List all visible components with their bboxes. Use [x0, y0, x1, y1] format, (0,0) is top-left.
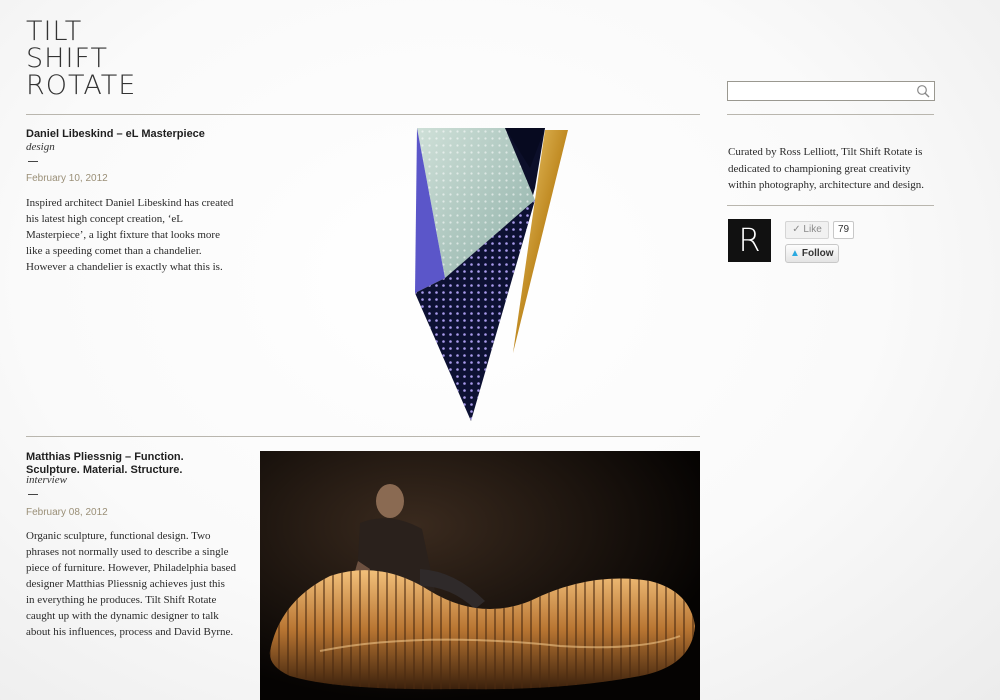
post-title[interactable]: Daniel Libeskind – eL Masterpiece — [26, 128, 205, 141]
search-icon[interactable] — [916, 84, 930, 98]
logo-line-rotate: ROTATE — [26, 70, 137, 101]
chandelier-image[interactable] — [405, 128, 580, 424]
avatar[interactable]: R — [728, 219, 771, 262]
search-box[interactable] — [727, 81, 935, 101]
about-text: Curated by Ross Lelliott, Tilt Shift Rot… — [728, 146, 925, 191]
like-label: Like — [803, 224, 822, 235]
sidebar-divider — [727, 205, 934, 206]
check-icon: ✓ — [792, 224, 801, 235]
post-excerpt: Organic sculpture, functional design. Tw… — [26, 530, 237, 638]
post-excerpt: Inspired architect Daniel Libeskind has … — [26, 197, 234, 273]
post-category[interactable]: design — [26, 141, 55, 153]
logo-line-shift: SHIFT — [26, 43, 108, 74]
post-date: February 08, 2012 — [26, 507, 108, 518]
follow-label: Follow — [801, 248, 834, 259]
header-divider — [26, 114, 700, 115]
twitter-follow-button[interactable]: ▲ Follow — [785, 244, 839, 263]
post-title-line: Matthias Pliessnig – Function. — [26, 451, 184, 463]
post-title-line: Daniel Libeskind – eL Masterpiece — [26, 128, 205, 140]
logo-line-tilt: TILT — [26, 16, 83, 47]
search-input[interactable] — [728, 83, 916, 101]
like-button[interactable]: ✓ Like — [785, 221, 829, 239]
post-divider-dash — [28, 494, 38, 495]
post-category[interactable]: interview — [26, 474, 67, 486]
sidebar-header-divider — [727, 114, 934, 115]
like-count: 79 — [833, 221, 854, 239]
post-divider — [26, 436, 700, 437]
site-logo[interactable]: TILT SHIFT ROTATE — [26, 18, 136, 99]
twitter-bird-icon: ▲ — [790, 248, 800, 259]
post-date: February 10, 2012 — [26, 173, 108, 184]
post-divider-dash — [28, 161, 38, 162]
sculpture-bench-image[interactable] — [260, 451, 700, 700]
